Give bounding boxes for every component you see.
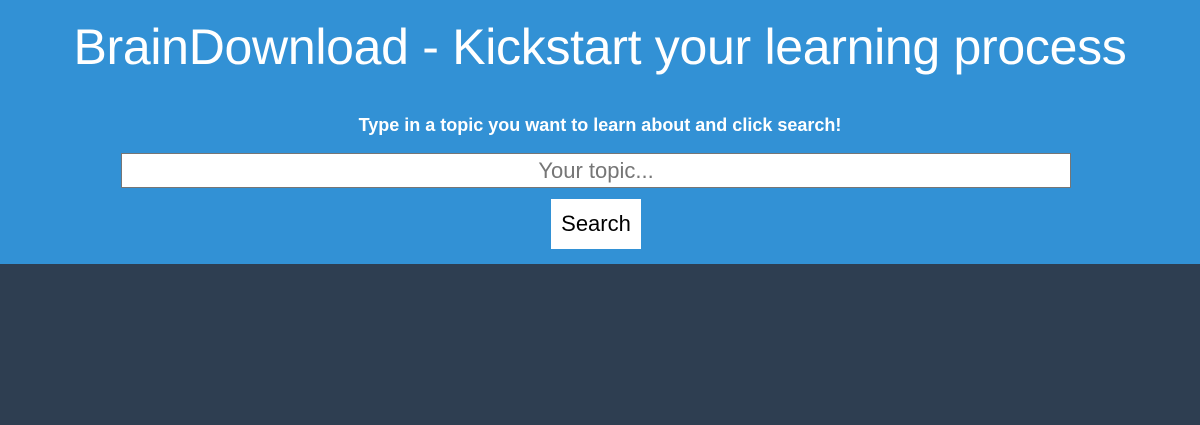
page-title: BrainDownload - Kickstart your learning …	[73, 19, 1127, 75]
results-area	[0, 264, 1200, 425]
page-header: BrainDownload - Kickstart your learning …	[0, 0, 1200, 264]
search-button[interactable]: Search	[551, 199, 641, 249]
search-input[interactable]	[121, 153, 1071, 188]
page-subtitle: Type in a topic you want to learn about …	[358, 115, 842, 135]
